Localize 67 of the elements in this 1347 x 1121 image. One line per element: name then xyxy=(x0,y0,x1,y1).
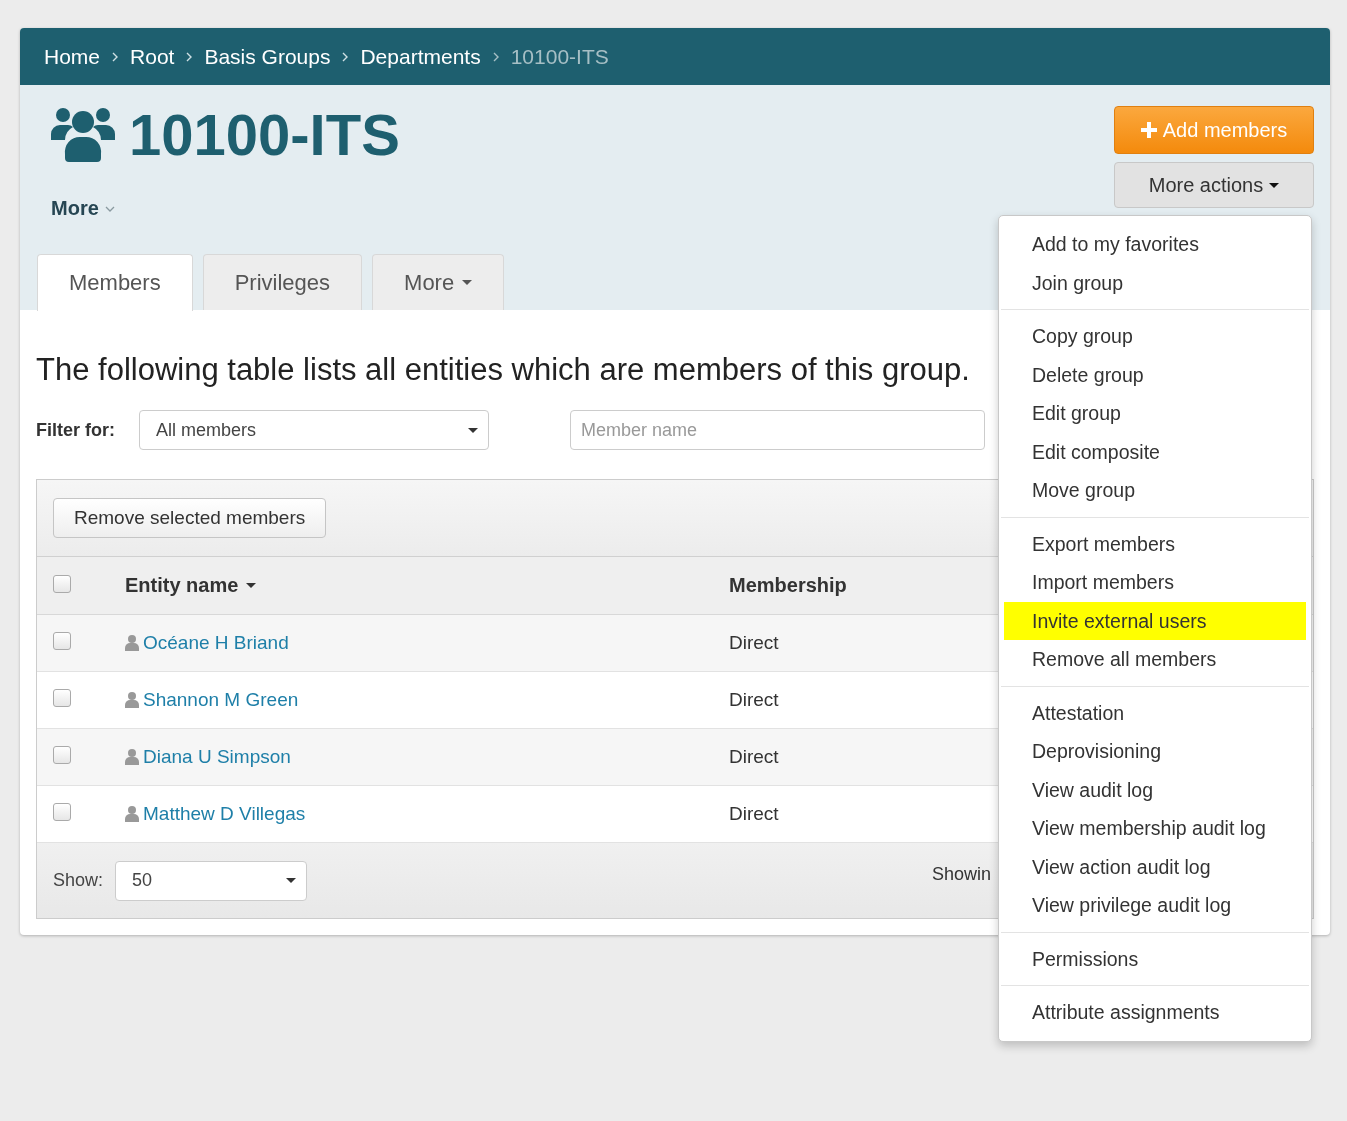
table-cell: Direct xyxy=(729,746,779,768)
menu-item[interactable]: Attestation xyxy=(1004,693,1306,732)
checkbox[interactable] xyxy=(53,632,71,650)
menu-item[interactable]: Join group xyxy=(1004,263,1306,302)
remove-selected-button[interactable]: Remove selected members xyxy=(53,498,327,538)
menu-item[interactable]: View action audit log xyxy=(1004,847,1306,886)
user-icon xyxy=(125,749,139,765)
user-icon xyxy=(125,692,139,708)
menu-item[interactable]: Copy group xyxy=(1004,317,1306,356)
entity-link[interactable]: Océane H Briand xyxy=(143,632,289,654)
breadcrumb-link[interactable]: Root xyxy=(130,44,175,69)
menu-item[interactable]: Delete group xyxy=(1004,355,1306,394)
user-icon xyxy=(125,635,139,651)
show-label: Show: xyxy=(53,870,104,891)
menu-item[interactable]: Edit composite xyxy=(1004,432,1306,471)
more-link[interactable]: More xyxy=(51,197,115,220)
menu-item[interactable]: Import members xyxy=(1004,563,1306,602)
breadcrumb-link[interactable]: Basis Groups xyxy=(204,44,331,69)
tab[interactable]: Members xyxy=(37,254,193,311)
checkbox[interactable] xyxy=(53,574,71,593)
table-cell: Direct xyxy=(729,803,779,825)
breadcrumb-link[interactable]: Home xyxy=(44,44,101,69)
tab[interactable]: More xyxy=(372,254,505,310)
page-size-select[interactable]: 50 xyxy=(115,860,308,901)
menu-item[interactable]: Attribute assignments xyxy=(1004,993,1306,1032)
member-name-field[interactable]: Member name xyxy=(570,410,985,450)
chevron-down-icon xyxy=(104,205,115,212)
menu-item[interactable]: View membership audit log xyxy=(1004,809,1306,848)
group-title: 10100-ITS xyxy=(129,105,400,165)
menu-item[interactable]: Remove all members xyxy=(1004,640,1306,679)
column-header[interactable]: Entity name xyxy=(125,574,729,597)
summary-text: Showin xyxy=(932,864,992,885)
checkbox[interactable] xyxy=(53,803,71,821)
menu-item[interactable]: Move group xyxy=(1004,471,1306,510)
menu-item[interactable]: Add to my favorites xyxy=(1004,225,1306,264)
table-cell: Direct xyxy=(729,632,779,654)
filter-select[interactable]: All members xyxy=(139,410,489,450)
checkbox[interactable] xyxy=(53,746,71,764)
checkbox[interactable] xyxy=(53,689,71,707)
caret-icon xyxy=(468,427,478,433)
chevron-icon xyxy=(112,51,119,62)
caret-icon xyxy=(246,583,257,588)
entity-link[interactable]: Diana U Simpson xyxy=(143,746,291,768)
breadcrumb-link[interactable]: Departments xyxy=(360,44,481,69)
entity-link[interactable]: Matthew D Villegas xyxy=(143,803,306,825)
caret-icon xyxy=(286,878,297,883)
current-page-label: 10100-ITS xyxy=(510,44,609,69)
entity-link[interactable]: Shannon M Green xyxy=(143,689,299,711)
menu-item[interactable]: Invite external users xyxy=(1004,601,1306,640)
filter-label: Filter for: xyxy=(36,419,115,441)
user-icon xyxy=(125,806,139,822)
tab[interactable]: Privileges xyxy=(202,254,363,310)
chevron-icon xyxy=(186,51,193,62)
menu-item[interactable]: View privilege audit log xyxy=(1004,886,1306,925)
chevron-icon xyxy=(492,51,499,62)
menu-item[interactable]: Export members xyxy=(1004,524,1306,563)
group-icon xyxy=(51,106,115,164)
menu-item[interactable]: View audit log xyxy=(1004,770,1306,809)
menu-item[interactable]: Deprovisioning xyxy=(1004,732,1306,771)
more-actions-button[interactable]: More actions xyxy=(1114,162,1314,208)
caret-icon xyxy=(1269,182,1280,188)
menu-item[interactable]: Permissions xyxy=(1004,939,1306,978)
table-cell: Direct xyxy=(729,689,779,711)
chevron-icon xyxy=(342,51,349,62)
description-text: The following table lists all entities which are members of this group. xyxy=(36,352,970,388)
plus-icon xyxy=(1140,122,1157,138)
menu-item[interactable]: Edit group xyxy=(1004,394,1306,433)
